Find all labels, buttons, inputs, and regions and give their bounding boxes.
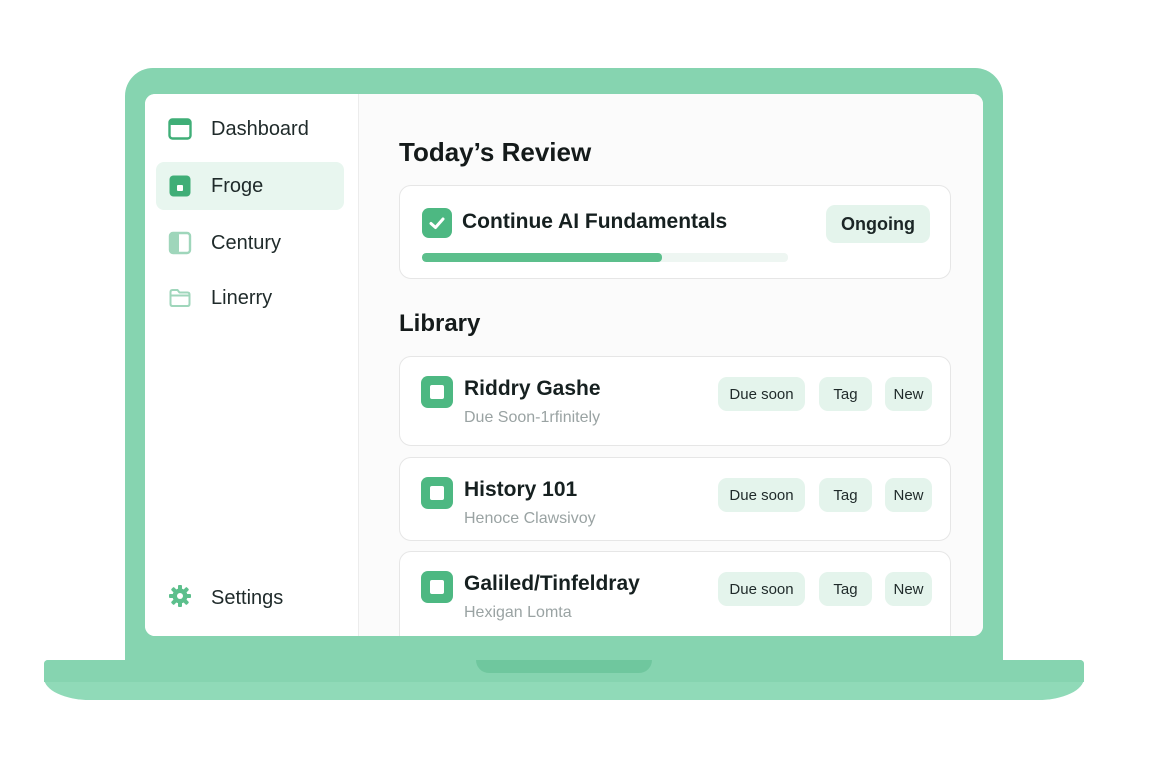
sidebar-item-label: Linerry — [211, 286, 273, 309]
tag-due-soon[interactable]: Due soon — [718, 377, 805, 411]
review-card[interactable]: Continue AI Fundamentals Ongoing — [399, 185, 951, 279]
checkbox[interactable] — [421, 571, 453, 603]
library-title: Library — [399, 310, 481, 337]
settings-button[interactable]: Settings — [168, 584, 283, 613]
laptop-notch — [476, 660, 652, 673]
app-window: Dashboard Froge Century Linerry Settings… — [145, 94, 983, 636]
library-item-subtitle: Hexigan Lomta — [464, 604, 572, 621]
sidebar: Dashboard Froge Century Linerry Settings — [145, 94, 359, 636]
sidebar-item-linerry[interactable]: Linerry — [156, 274, 344, 322]
library-item[interactable]: Galiled/Tinfeldray Hexigan Lomta Due soo… — [399, 551, 951, 636]
review-title: Continue AI Fundamentals — [462, 210, 728, 233]
library-item-title: Riddry Gashe — [464, 377, 601, 400]
library-item[interactable]: Riddry Gashe Due Soon-1rfinitely Due soo… — [399, 356, 951, 446]
tag-new[interactable]: New — [885, 478, 932, 512]
settings-label: Settings — [211, 587, 284, 609]
tag-tag[interactable]: Tag — [819, 478, 872, 512]
panel-icon — [168, 231, 192, 255]
sidebar-item-label: Century — [211, 231, 282, 254]
status-badge: Ongoing — [826, 205, 930, 243]
checkbox-checked[interactable] — [422, 208, 452, 238]
check-icon — [429, 217, 445, 229]
page-title: Today’s Review — [399, 137, 592, 167]
progress-bar — [422, 253, 788, 262]
tag-due-soon[interactable]: Due soon — [718, 572, 805, 606]
checkbox[interactable] — [421, 477, 453, 509]
folder-icon — [168, 286, 192, 310]
tag-tag[interactable]: Tag — [819, 377, 872, 411]
sidebar-item-label: Froge — [211, 174, 264, 197]
tag-due-soon[interactable]: Due soon — [718, 478, 805, 512]
library-item-subtitle: Due Soon-1rfinitely — [464, 409, 601, 426]
main-content: Today’s Review Continue AI Fundamentals … — [359, 94, 983, 636]
sidebar-item-froge[interactable]: Froge — [156, 162, 344, 210]
checkbox[interactable] — [421, 376, 453, 408]
sidebar-item-label: Dashboard — [211, 117, 309, 140]
progress-fill — [422, 253, 662, 262]
gear-icon — [168, 584, 192, 613]
sidebar-item-century[interactable]: Century — [156, 219, 344, 267]
library-item-title: History 101 — [464, 478, 578, 501]
square-icon — [168, 174, 192, 198]
library-item[interactable]: History 101 Henoce Clawsivoy Due soon Ta… — [399, 457, 951, 541]
tag-new[interactable]: New — [885, 572, 932, 606]
window-icon — [168, 117, 192, 141]
library-item-title: Galiled/Tinfeldray — [464, 572, 640, 595]
sidebar-item-dashboard[interactable]: Dashboard — [156, 105, 344, 153]
tag-tag[interactable]: Tag — [819, 572, 872, 606]
tag-new[interactable]: New — [885, 377, 932, 411]
library-item-subtitle: Henoce Clawsivoy — [464, 510, 596, 527]
